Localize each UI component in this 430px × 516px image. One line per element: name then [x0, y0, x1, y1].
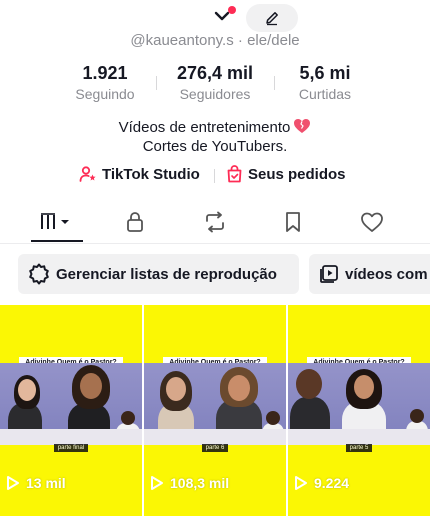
play-icon	[151, 476, 163, 490]
stat-label: Curtidas	[298, 86, 352, 102]
play-icon	[295, 476, 307, 490]
profile-stats: 1.921 Seguindo 276,4 mil Seguidores 5,6 …	[0, 62, 430, 104]
stat-divider	[274, 76, 275, 90]
edit-profile-button[interactable]	[246, 4, 298, 32]
profile-tabs	[0, 200, 430, 244]
playlist-chip-label: vídeos com	[345, 265, 428, 283]
playlist-chips: Gerenciar listas de reprodução vídeos co…	[0, 254, 430, 294]
bio-line: Vídeos de entretenimento	[0, 118, 430, 137]
profile-links: TikTok Studio Seus pedidos	[0, 165, 430, 187]
stat-value: 1.921	[82, 63, 128, 83]
video-thumbnail	[144, 363, 286, 445]
active-tab-indicator	[31, 240, 83, 242]
video-tile[interactable]: Adivinhe Quem é o Pastor? parte 6 108,3 …	[144, 305, 286, 516]
stat-label: Seguindo	[75, 86, 135, 102]
video-grid: Adivinhe Quem é o Pastor? parte final 13…	[0, 305, 430, 516]
tab-saved[interactable]	[267, 208, 319, 236]
view-count: 13 mil	[6, 475, 66, 491]
play-icon	[7, 476, 19, 490]
orders-label: Seus pedidos	[248, 165, 346, 183]
username: @kaueantony.s	[130, 32, 234, 49]
view-count: 108,3 mil	[150, 475, 229, 491]
account-switch-button[interactable]	[210, 4, 236, 30]
person-star-icon	[79, 166, 96, 182]
top-actions	[0, 2, 430, 32]
view-count-text: 13 mil	[26, 475, 66, 491]
notification-dot	[228, 6, 236, 14]
lock-icon	[127, 212, 143, 232]
bio-text: Cortes de YouTubers.	[142, 138, 288, 155]
video-thumbnail	[0, 363, 142, 445]
links-divider	[214, 169, 215, 183]
gear-icon	[29, 263, 49, 285]
video-tile[interactable]: Adivinhe Quem é o Pastor? parte final 13…	[0, 305, 142, 516]
video-tile[interactable]: Adivinhe Quem é o Pastor? parte 5 9.224	[288, 305, 430, 516]
stat-value: 5,6 mi	[299, 63, 351, 83]
table-surface	[288, 429, 430, 445]
table-surface	[0, 429, 142, 445]
profile-handle-line: @kaueantony.s · ele/dele	[0, 32, 430, 49]
tiktok-studio-link[interactable]: TikTok Studio	[79, 165, 200, 183]
heart-icon	[361, 212, 383, 232]
tiktok-studio-label: TikTok Studio	[102, 165, 200, 183]
tab-videos[interactable]	[31, 208, 83, 236]
profile-bio: Vídeos de entretenimento Cortes de YouTu…	[0, 118, 430, 156]
pencil-icon	[266, 12, 278, 26]
view-count: 9.224	[294, 475, 349, 491]
stat-label: Seguidores	[179, 86, 251, 102]
tab-private[interactable]	[109, 208, 161, 236]
bio-text: Vídeos de entretenimento	[118, 119, 291, 136]
playlist-chip[interactable]: vídeos com	[309, 254, 430, 294]
stat-following[interactable]: 1.921 Seguindo	[60, 62, 150, 103]
mending-heart-icon	[294, 119, 311, 133]
stat-value: 276,4 mil	[176, 63, 254, 83]
stat-divider	[156, 76, 157, 90]
view-count-text: 9.224	[314, 475, 350, 491]
stat-followers[interactable]: 276,4 mil Seguidores	[163, 62, 267, 103]
pronouns: · ele/dele	[237, 32, 300, 49]
tab-liked[interactable]	[346, 208, 398, 236]
view-count-text: 108,3 mil	[170, 475, 230, 491]
stat-likes[interactable]: 5,6 mi Curtidas	[280, 62, 370, 103]
manage-playlists-label: Gerenciar listas de reprodução	[56, 265, 277, 283]
tile-footer	[288, 508, 430, 516]
manage-playlists-button[interactable]: Gerenciar listas de reprodução	[18, 254, 299, 294]
video-thumbnail	[288, 363, 430, 445]
video-part-label: parte 6	[144, 444, 286, 452]
shopping-bag-icon	[227, 165, 242, 183]
tile-footer	[0, 508, 142, 516]
orders-link[interactable]: Seus pedidos	[226, 165, 346, 183]
repost-icon	[206, 211, 224, 233]
video-part-label: parte 5	[288, 444, 430, 452]
videos-grid-icon	[41, 213, 69, 229]
table-surface	[144, 429, 286, 445]
tab-reposts[interactable]	[189, 208, 241, 236]
playlist-icon	[320, 265, 338, 283]
tile-footer	[144, 508, 286, 516]
bookmark-icon	[286, 212, 300, 232]
video-part-label: parte final	[0, 444, 142, 452]
